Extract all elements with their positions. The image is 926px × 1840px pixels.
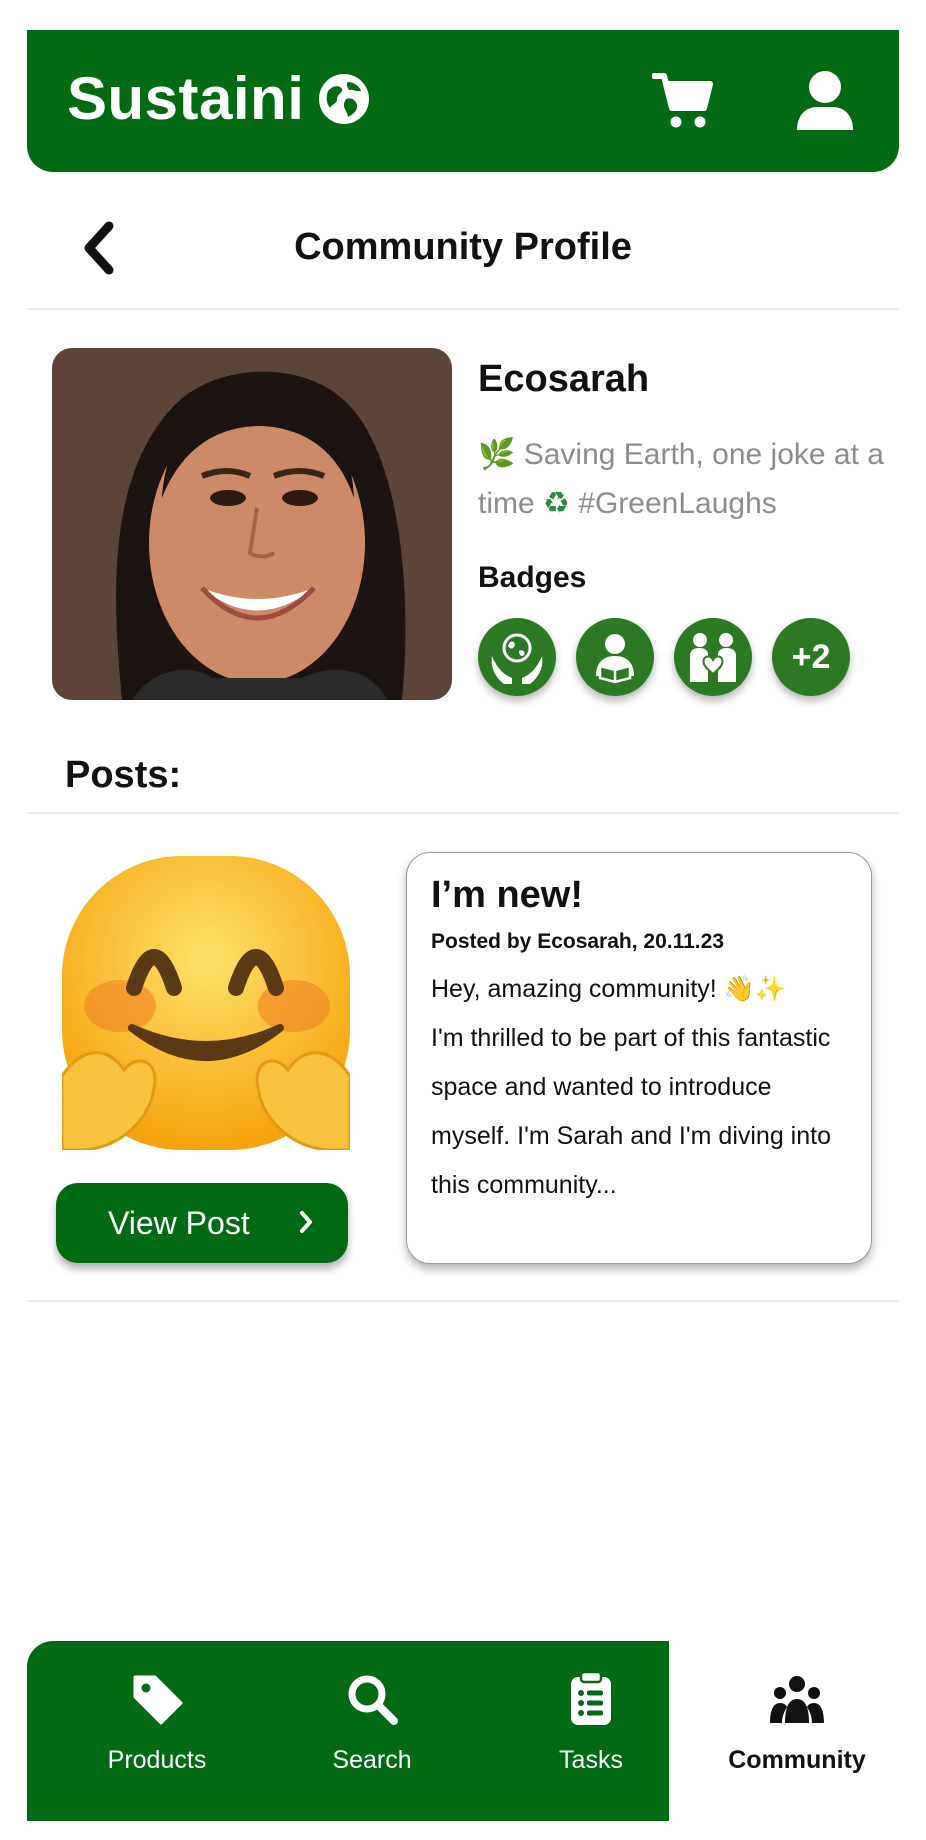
chevron-right-icon <box>300 1211 312 1233</box>
divider <box>27 1300 899 1302</box>
post-greeting: Hey, amazing community! <box>431 975 717 1003</box>
divider <box>27 812 899 814</box>
user-icon[interactable] <box>795 70 855 132</box>
nav-item-products[interactable]: Products <box>77 1641 237 1821</box>
post-body: Hey, amazing community! 👋✨ I'm thrilled … <box>431 965 847 1210</box>
brand-name: Sustaini <box>67 65 305 132</box>
bio-hashtag: #GreenLaughs <box>578 487 777 520</box>
waving-hands-icon: 👋✨ <box>723 975 786 1003</box>
badges-label: Badges <box>478 561 587 594</box>
bottom-nav: Products Search Tasks Community <box>27 1641 899 1821</box>
person-reading-icon <box>596 634 634 684</box>
profile-photo <box>52 348 452 700</box>
profile-username: Ecosarah <box>478 358 650 400</box>
globe-icon <box>319 74 370 124</box>
nav-item-search[interactable]: Search <box>292 1641 452 1821</box>
hands-globe-icon <box>491 633 543 684</box>
nav-label-search: Search <box>332 1746 412 1774</box>
badges-row: +2 <box>478 618 850 696</box>
more-badges-button[interactable]: +2 <box>772 618 850 696</box>
post-thumbnail <box>60 856 352 1152</box>
nav-label-community: Community <box>728 1746 866 1774</box>
nav-label-products: Products <box>107 1746 207 1774</box>
page-title: Community Profile <box>294 226 632 268</box>
view-post-button[interactable]: View Post <box>56 1183 348 1263</box>
nav-item-tasks[interactable]: Tasks <box>511 1641 671 1821</box>
badge-community-love[interactable] <box>674 618 752 696</box>
nav-item-community[interactable]: Community <box>707 1641 887 1821</box>
brand-logo[interactable]: Sustaini <box>67 66 370 132</box>
community-icon <box>770 1676 824 1723</box>
nav-label-tasks: Tasks <box>559 1746 623 1774</box>
post-meta: Posted by Ecosarah, 20.11.23 <box>431 930 724 953</box>
herb-icon: 🌿 <box>478 438 516 471</box>
recycle-icon: ♻ <box>543 487 570 520</box>
posts-heading: Posts: <box>65 754 182 796</box>
post-card[interactable]: I’m new! Posted by Ecosarah, 20.11.23 He… <box>406 852 872 1264</box>
people-heart-icon <box>690 633 736 682</box>
search-icon <box>348 1675 398 1725</box>
badge-earth-care[interactable] <box>478 618 556 696</box>
title-bar: Community Profile <box>27 190 899 310</box>
tag-icon <box>133 1675 183 1725</box>
view-post-label: View Post <box>108 1204 250 1241</box>
profile-bio: 🌿 Saving Earth, one joke at a time ♻ #Gr… <box>478 430 888 528</box>
post-excerpt: I'm thrilled to be part of this fantasti… <box>431 1024 831 1199</box>
app-header: Sustaini <box>27 30 899 172</box>
post-title: I’m new! <box>431 874 584 916</box>
clipboard-icon <box>571 1671 611 1725</box>
cart-icon[interactable] <box>652 70 714 132</box>
badge-reader[interactable] <box>576 618 654 696</box>
